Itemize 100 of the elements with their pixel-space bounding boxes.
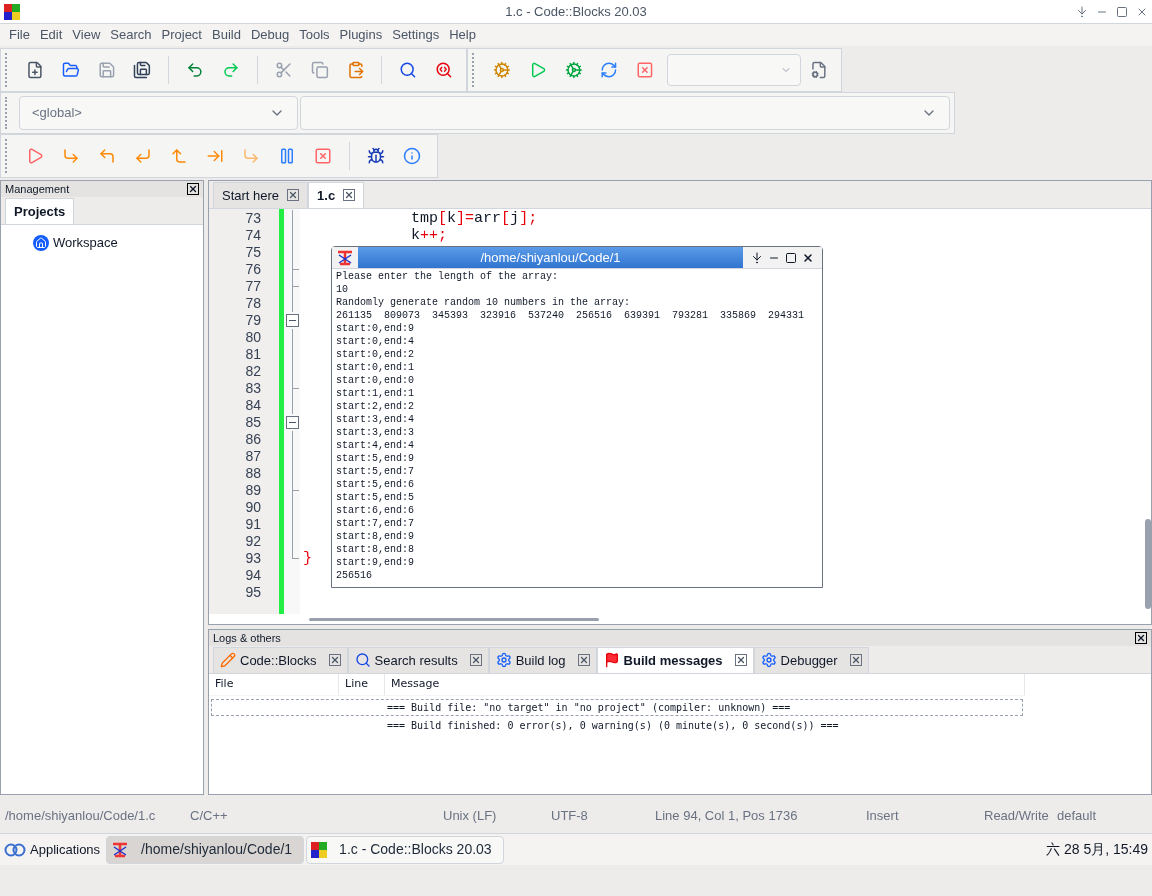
menu-item[interactable]: File: [4, 25, 35, 45]
line-number: 89: [244, 482, 262, 499]
close-icon[interactable]: [1135, 632, 1147, 644]
status-file-path: /home/shiyanlou/Code/1.c: [5, 807, 156, 826]
workspace-icon: [33, 234, 49, 251]
terminal-output-line: start:5,end:5: [336, 491, 414, 504]
terminal-output-line: start:7,end:7: [336, 517, 414, 530]
terminal-output-line: start:6,end:6: [336, 504, 414, 517]
menu-item[interactable]: Tools: [294, 25, 335, 45]
line-number: 92: [244, 533, 262, 550]
line-number: 82: [244, 363, 262, 380]
line-number: 76: [244, 261, 262, 278]
terminal-app-icon: [336, 249, 354, 266]
horizontal-scrollbar[interactable]: [309, 617, 599, 621]
build-run-icon[interactable]: [564, 61, 583, 79]
redo-icon[interactable]: [222, 61, 240, 79]
terminal-output-line: start:5,end:9: [336, 452, 414, 465]
terminal-output-line: start:5,end:6: [336, 478, 414, 491]
column-header[interactable]: File: [209, 674, 339, 695]
menu-item[interactable]: Edit: [34, 25, 68, 45]
log-tab[interactable]: Code::Blocks: [213, 646, 348, 673]
paste-icon[interactable]: [346, 61, 365, 79]
log-tab[interactable]: Build log: [488, 646, 597, 673]
terminal-output-line: start:1,end:1: [336, 387, 414, 400]
menu-item[interactable]: Build: [207, 25, 246, 45]
fold-toggle[interactable]: [286, 314, 299, 327]
close-icon[interactable]: [343, 189, 356, 202]
log-tab[interactable]: Search results: [347, 646, 489, 673]
menu-item[interactable]: Project: [156, 25, 207, 45]
status-encoding: UTF-8: [551, 807, 588, 826]
taskbar-window-button[interactable]: 1.c - Code::Blocks 20.03: [306, 835, 505, 864]
search-icon[interactable]: [399, 61, 418, 79]
close-icon[interactable]: [187, 183, 199, 195]
close-icon[interactable]: [287, 189, 300, 202]
applications-menu[interactable]: Applications: [0, 834, 105, 865]
undo-icon[interactable]: [186, 61, 205, 79]
line-number: 87: [244, 448, 262, 465]
terminal-output-line: start:9,end:9: [336, 556, 414, 569]
pencil-icon: [220, 652, 236, 669]
editor-tab[interactable]: 1.c: [308, 181, 365, 208]
close-icon[interactable]: [849, 654, 862, 667]
line-number: 85: [244, 414, 262, 431]
maximize-icon[interactable]: [785, 251, 797, 264]
stop-icon[interactable]: [314, 147, 332, 165]
scrollbar-thumb[interactable]: [1145, 519, 1151, 609]
terminal-output-line: start:8,end:9: [336, 530, 414, 543]
app-logo-icon: [4, 3, 20, 20]
menu-item[interactable]: Search: [105, 25, 157, 45]
menu-item[interactable]: Settings: [387, 25, 445, 45]
gear-icon[interactable]: [492, 61, 511, 79]
status-position: Line 94, Col 1, Pos 1736: [655, 807, 798, 826]
restore-icon[interactable]: [1116, 5, 1128, 18]
terminal-output-line: start:3,end:3: [336, 426, 414, 439]
menu-item[interactable]: Debug: [245, 25, 295, 45]
log-row[interactable]: === Build finished: 0 error(s), 0 warning(s) (0 minute(s), 0 second(s)) ===: [211, 717, 1023, 734]
close-icon[interactable]: [328, 654, 341, 667]
taskbar-window-button[interactable]: /home/shiyanlou/Code/1: [106, 835, 305, 864]
log-tab[interactable]: Debugger: [753, 646, 869, 673]
column-header[interactable]: Message: [385, 674, 1025, 695]
gear-icon: [760, 652, 777, 669]
pause-icon[interactable]: [278, 147, 296, 165]
menu-item[interactable]: Help: [444, 25, 481, 45]
line-number: 79: [244, 312, 262, 329]
tree-item[interactable]: Workspace: [53, 233, 118, 253]
panel-tab[interactable]: Projects: [5, 197, 75, 224]
log-row[interactable]: === Build file: "no target" in "no project" (compiler: unknown) ===: [211, 699, 1023, 716]
column-header[interactable]: Line: [339, 674, 385, 695]
line-number: 83: [244, 380, 262, 397]
close-icon[interactable]: [734, 654, 747, 667]
log-tab[interactable]: Build messages: [596, 646, 754, 673]
copy-icon[interactable]: [310, 61, 329, 79]
terminal-output-line: start:0,end:2: [336, 348, 414, 361]
terminal-output-line: start:4,end:4: [336, 439, 414, 452]
flag-icon: [603, 652, 620, 669]
close-icon[interactable]: [469, 654, 482, 667]
editor-tab[interactable]: Start here: [213, 181, 309, 208]
terminal-output-line: start:3,end:4: [336, 413, 414, 426]
line-number: 95: [244, 584, 262, 601]
folder-icon[interactable]: [61, 61, 80, 79]
clock: 六 28 5月, 15:49: [1046, 840, 1149, 859]
line-number: 93: [244, 550, 262, 567]
bug-icon[interactable]: [367, 147, 385, 165]
file-gear-icon[interactable]: [810, 61, 828, 79]
menu-item[interactable]: View: [67, 25, 106, 45]
rings-icon: [4, 842, 26, 857]
rebuild-icon[interactable]: [600, 61, 619, 79]
terminal-output-line: 10: [336, 283, 348, 296]
save-icon[interactable]: [97, 61, 116, 79]
terminal-title: /home/shiyanlou/Code/1: [480, 248, 621, 267]
abort-icon[interactable]: [636, 61, 654, 79]
close-icon[interactable]: [577, 654, 590, 667]
play-icon[interactable]: [26, 147, 44, 165]
menu-item[interactable]: Plugins: [334, 25, 388, 45]
scope-dropdown[interactable]: <global>: [19, 96, 298, 130]
fold-toggle[interactable]: [286, 416, 299, 429]
close-icon[interactable]: [802, 251, 814, 264]
info-icon[interactable]: [403, 147, 421, 165]
scissors-icon[interactable]: [274, 61, 293, 79]
new-file-icon[interactable]: [26, 61, 44, 79]
save-all-icon[interactable]: [133, 61, 152, 79]
